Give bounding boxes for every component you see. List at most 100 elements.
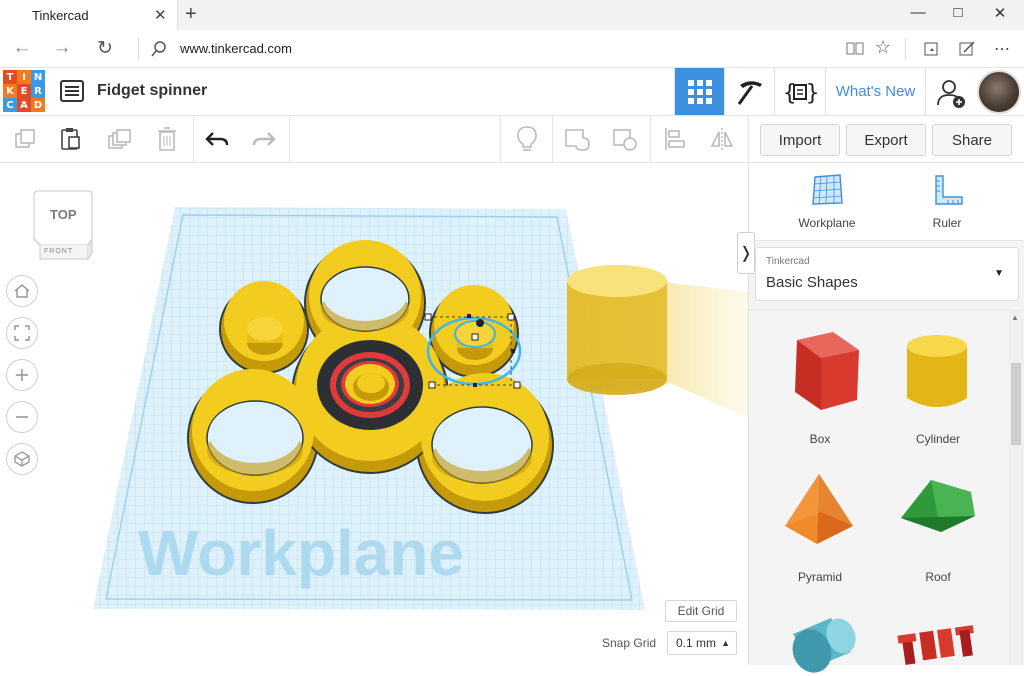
import-button[interactable]: Import [760, 124, 840, 156]
browser-tab[interactable]: Tinkercad ✕ [0, 0, 178, 30]
library-category: Tinkercad [766, 256, 810, 267]
ungroup-icon[interactable] [610, 125, 640, 153]
3d-viewport[interactable]: TOP FRONT Workplane Edit Grid Snap Grid … [0, 163, 748, 665]
shapes-panel: Workplane Ruler Tinkercad Basic Shapes ▼ [748, 163, 1024, 673]
grid-icon [687, 79, 712, 104]
share-button[interactable]: Share [932, 124, 1012, 156]
divider [905, 38, 906, 60]
teal-cylinder-icon [792, 618, 856, 673]
app-header: TINKERCAD Fidget spinner { } What [0, 68, 1024, 116]
logo-letter: N [31, 70, 45, 84]
redo-icon[interactable] [249, 125, 279, 153]
url-field[interactable]: www.tinkercad.com [180, 41, 292, 56]
address-bar: ← → ↻ www.tinkercad.com ☆ ⋯ [0, 30, 1024, 68]
duplicate-icon[interactable] [104, 125, 134, 153]
caret-up-icon: ▲ [721, 638, 730, 648]
roof-shape-icon [901, 480, 975, 532]
logo-letter: D [31, 98, 45, 112]
forward-icon[interactable]: → [50, 37, 74, 59]
divider [650, 116, 651, 162]
shape-cylinder[interactable]: Cylinder [883, 320, 993, 450]
snap-grid-select[interactable]: 0.1 mm ▲ [667, 631, 737, 655]
workplane-tool[interactable]: Workplane [782, 173, 872, 230]
favorite-icon[interactable]: ☆ [871, 37, 895, 58]
panel-scrollbar[interactable]: ▲ [1009, 309, 1023, 665]
design-menu-icon[interactable] [60, 80, 84, 102]
tinkercad-logo[interactable]: TINKERCAD [3, 70, 45, 112]
caret-down-icon: ▼ [994, 268, 1004, 279]
lightbulb-icon[interactable] [512, 125, 542, 153]
workplane-label: Workplane [798, 216, 856, 230]
copy-icon[interactable] [10, 125, 40, 153]
export-button[interactable]: Export [846, 124, 926, 156]
shape-cylinder-hole[interactable] [765, 606, 875, 673]
logo-letter: I [17, 70, 31, 84]
shape-box[interactable]: Box [765, 320, 875, 450]
delete-icon[interactable] [152, 125, 182, 153]
new-tab-button[interactable]: + [185, 3, 197, 26]
refresh-icon[interactable]: ↻ [93, 37, 117, 60]
scroll-thumb[interactable] [1011, 363, 1021, 445]
design-title[interactable]: Fidget spinner [97, 82, 207, 100]
minimize-icon[interactable]: — [903, 4, 933, 21]
code-braces-icon: { } [783, 81, 817, 106]
divider [552, 116, 553, 162]
shape-library-dropdown[interactable]: Tinkercad Basic Shapes ▼ [755, 247, 1019, 301]
cylinder-shape-icon [907, 335, 967, 407]
undo-icon[interactable] [202, 125, 232, 153]
shape-label-box: Box [809, 432, 831, 446]
logo-letter: C [3, 98, 17, 112]
back-icon[interactable]: ← [10, 37, 34, 59]
edit-grid-button[interactable]: Edit Grid [665, 600, 737, 622]
more-icon[interactable]: ⋯ [990, 39, 1014, 59]
scroll-up-icon[interactable]: ▲ [1011, 313, 1019, 322]
group-icon[interactable] [562, 125, 592, 153]
shape-pyramid[interactable]: Pyramid [765, 460, 875, 590]
avatar[interactable] [977, 70, 1021, 114]
shape-label-roof: Roof [925, 570, 951, 584]
reading-view-icon[interactable] [846, 41, 864, 57]
blocks-view-button[interactable] [724, 68, 774, 115]
divider [289, 116, 290, 162]
ruler-tool[interactable]: Ruler [902, 173, 992, 230]
shapes-grid: Box Cylinder Pyramid Roof [749, 309, 1024, 673]
workplane-watermark: Workplane [138, 517, 464, 589]
add-user-button[interactable] [925, 68, 973, 115]
pickaxe-icon [737, 80, 762, 105]
whats-new-link[interactable]: What's New [825, 68, 925, 115]
svg-text:}: } [806, 81, 817, 106]
snap-grid-value: 0.1 mm [676, 636, 717, 650]
divider [748, 116, 749, 162]
divider [193, 116, 194, 162]
library-name: Basic Shapes [766, 274, 858, 291]
tab-close-icon[interactable]: ✕ [154, 6, 167, 24]
3d-design-view-button[interactable] [674, 68, 724, 115]
logo-letter: E [17, 84, 31, 98]
codeblocks-view-button[interactable]: { } [774, 68, 824, 115]
tab-title: Tinkercad [32, 8, 89, 23]
snap-grid-label: Snap Grid [602, 636, 657, 650]
box-shape-icon [795, 332, 859, 410]
logo-letter: A [17, 98, 31, 112]
logo-letter: K [3, 84, 17, 98]
align-icon[interactable] [660, 125, 690, 153]
window-close-icon[interactable]: ✕ [985, 4, 1015, 22]
divider [500, 116, 501, 162]
ruler-icon [935, 175, 963, 205]
mirror-icon[interactable] [707, 125, 737, 153]
workplane-icon [812, 174, 843, 205]
shape-label-cylinder: Cylinder [915, 432, 960, 446]
shape-roof[interactable]: Roof [883, 460, 993, 590]
maximize-icon[interactable]: □ [943, 4, 973, 21]
ruler-label: Ruler [932, 216, 962, 230]
web-note-icon[interactable] [958, 40, 976, 58]
logo-letter: T [3, 70, 17, 84]
logo-letter: R [31, 84, 45, 98]
text-shape-icon [897, 625, 974, 665]
paste-icon[interactable] [56, 125, 86, 153]
divider [138, 38, 139, 60]
collapse-panel-button[interactable]: ❭ [737, 232, 755, 274]
workplane-scene[interactable]: Workplane [0, 163, 748, 665]
shape-text[interactable] [883, 606, 993, 666]
favorites-hub-icon[interactable] [922, 40, 942, 58]
